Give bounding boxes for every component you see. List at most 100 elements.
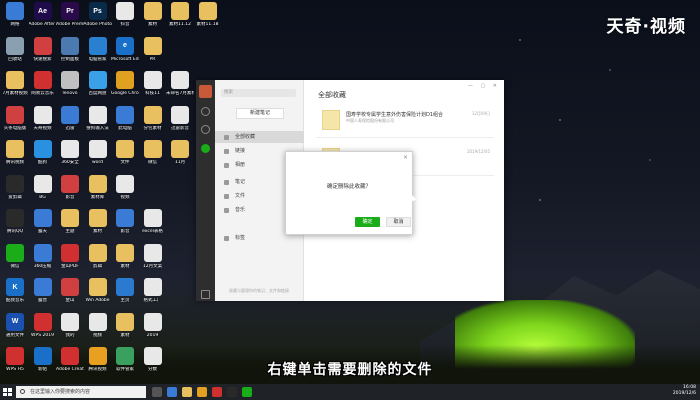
sidebar-item[interactable]: 全部收藏: [215, 131, 304, 143]
task-view-icon[interactable]: [152, 387, 162, 397]
avatar[interactable]: [199, 85, 212, 98]
desktop-icon[interactable]: 此电脑: [111, 105, 139, 131]
desktop-icon[interactable]: 控制面板: [56, 36, 84, 62]
desktop-icon-label: 爱剪辑: [8, 194, 22, 200]
desktop-icon[interactable]: 金山PDF: [56, 243, 84, 269]
desktop-icon[interactable]: 视频: [84, 312, 112, 338]
desktop-icon[interactable]: 天奇视频: [29, 105, 57, 131]
desktop-icon[interactable]: 金山: [56, 278, 84, 303]
desktop-icon[interactable]: 回收站: [1, 36, 29, 62]
desktop-icon[interactable]: 迅雷: [56, 105, 84, 131]
desktop-icon-label: 百度网盘: [88, 91, 107, 96]
desktop-icon[interactable]: K 酷我音乐: [1, 278, 29, 303]
desktop-icon[interactable]: 微信: [139, 140, 167, 165]
desktop-icon[interactable]: lenovo: [56, 71, 84, 96]
desktop-icon[interactable]: Win Adobe: [84, 278, 112, 303]
desktop-icon[interactable]: excel表格: [139, 209, 167, 234]
desktop-icon[interactable]: 我的: [56, 312, 84, 338]
desktop-icon[interactable]: 露天: [29, 209, 57, 234]
desktop-icon[interactable]: 分包素材: [139, 105, 167, 131]
desktop-icon-label: Adobe Premiere P...: [56, 22, 84, 27]
desktop-icon[interactable]: 未命名7月素材: [166, 71, 194, 96]
desktop-icon[interactable]: 12月文案: [139, 243, 167, 269]
desktop-icon[interactable]: 11月: [166, 140, 194, 165]
desktop-icon[interactable]: 迅雷影音: [166, 105, 194, 131]
desktop-icon[interactable]: 文件: [111, 140, 139, 165]
desktop-icon[interactable]: 抖音: [111, 2, 139, 27]
desktop-icon[interactable]: 搜狗输入法: [84, 105, 112, 131]
taskbar-clock[interactable]: 16:08 2019/12/6: [673, 385, 696, 397]
desktop-icon[interactable]: 影音: [56, 174, 84, 200]
window-controls[interactable]: — ▢ ✕: [468, 83, 500, 89]
desktop-icon[interactable]: 主页: [111, 278, 139, 303]
desktop-icon[interactable]: 百度网盘: [84, 71, 112, 96]
desktop-icon[interactable]: Google Chrome: [111, 71, 139, 96]
desktop-icon[interactable]: 露营: [29, 278, 57, 303]
desktop-icon[interactable]: 爱剪辑: [1, 174, 29, 200]
confirm-button[interactable]: 确定: [355, 217, 380, 227]
desktop-icon[interactable]: 素材库: [84, 174, 112, 200]
desktop-icon[interactable]: word: [84, 140, 112, 165]
desktop-icon[interactable]: 360压缩: [29, 243, 57, 269]
desktop-icon-label: 主页: [120, 298, 130, 303]
desktop-icon[interactable]: 剪辑: [84, 243, 112, 269]
search-input[interactable]: 搜索: [221, 89, 296, 97]
desktop-icon[interactable]: WPS 2019: [29, 312, 57, 338]
desktop-icon[interactable]: Ae Adobe After Effects CC ...: [29, 2, 57, 27]
desktop-icon[interactable]: 7月素材视频: [1, 71, 29, 96]
desktop-icon[interactable]: eMicrosoft Edge: [111, 36, 139, 62]
app-icon: [143, 71, 162, 89]
app-icon: [88, 278, 107, 296]
cancel-button[interactable]: 取消: [386, 217, 411, 227]
desktop-icon[interactable]: 主题: [56, 209, 84, 234]
desktop-icon-label: 文件: [120, 160, 130, 165]
contacts-icon[interactable]: [201, 125, 210, 134]
desktop-icon[interactable]: 素材: [111, 312, 139, 338]
desktop-icon[interactable]: 网易云音乐: [29, 71, 57, 96]
desktop-icon[interactable]: 头条电脑版: [1, 105, 29, 131]
chrome-taskbar-icon[interactable]: [197, 387, 207, 397]
desktop-icon[interactable]: 格式工厂: [139, 278, 167, 303]
desktop-icon[interactable]: 素材11.18: [194, 2, 222, 27]
desktop-icon[interactable]: 科技11: [139, 71, 167, 96]
chat-icon[interactable]: [201, 107, 210, 116]
desktop-icon[interactable]: 网络: [1, 2, 29, 27]
desktop-icon[interactable]: Ps Adobe Photosh...: [84, 2, 112, 27]
app-icon: [6, 174, 24, 193]
desktop-icon-label: 7月素材视频: [2, 91, 28, 96]
desktop-icon[interactable]: 素材: [139, 2, 167, 27]
wps-taskbar-icon[interactable]: [212, 387, 222, 397]
desktop-icon[interactable]: 腾讯QQ: [1, 209, 29, 234]
explorer-taskbar-icon[interactable]: [182, 387, 192, 397]
app-icon: [143, 312, 162, 331]
desktop-icon[interactable]: 酷狗: [29, 140, 57, 165]
edge-taskbar-icon[interactable]: [167, 387, 177, 397]
favorites-icon[interactable]: [201, 144, 210, 153]
start-button[interactable]: [2, 387, 12, 397]
desktop-icon[interactable]: 素材11.12: [166, 2, 194, 27]
desktop-icon[interactable]: 视频: [111, 174, 139, 200]
new-note-button[interactable]: 新建笔记: [236, 108, 284, 119]
app-icon: [61, 312, 79, 331]
app-taskbar-icon[interactable]: [227, 387, 237, 397]
taskbar-search-input[interactable]: 在这里输入你要搜索的内容: [16, 386, 146, 398]
desktop-icon[interactable]: 影音: [111, 209, 139, 234]
desktop-icon[interactable]: 快速搜索: [29, 36, 57, 62]
desktop-icon[interactable]: BG: [29, 174, 57, 200]
desktop-icon[interactable]: 2019: [139, 312, 167, 338]
desktop-icon[interactable]: PR: [139, 36, 167, 62]
sidebar-item-label: 相册: [235, 162, 246, 168]
desktop-icon[interactable]: 360安全: [56, 140, 84, 165]
favorite-item[interactable]: 国寿学校专属学生意外伤害保险计划D1组合 中国人寿保险股份有限公司 12月09日: [316, 106, 494, 138]
desktop-icon[interactable]: 微信: [1, 243, 29, 269]
desktop-icon[interactable]: W 通用文件: [1, 312, 29, 338]
wechat-taskbar-icon[interactable]: [242, 387, 252, 397]
menu-icon[interactable]: [201, 290, 210, 299]
desktop-icon[interactable]: Pr Adobe Premiere P...: [56, 2, 84, 27]
desktop-icon[interactable]: 电脑管家: [84, 36, 112, 62]
app-icon: [143, 105, 162, 124]
desktop-icon[interactable]: 素材: [84, 209, 112, 234]
close-icon[interactable]: ×: [403, 154, 408, 161]
desktop-icon[interactable]: 素材: [111, 243, 139, 269]
desktop-icon[interactable]: 腾讯视频: [1, 140, 29, 165]
